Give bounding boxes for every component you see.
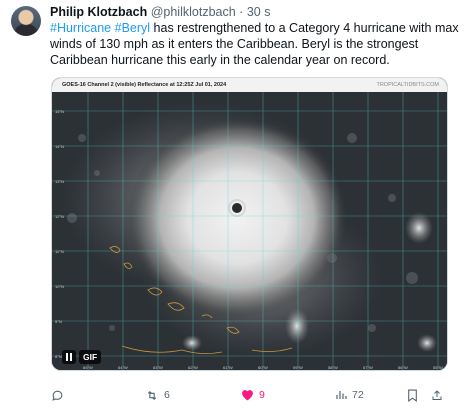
views-count: 72	[352, 389, 364, 401]
satellite-caption-bar: GOES-16 Channel 2 (visible) Reflectance …	[52, 78, 447, 92]
gif-badge: GIF	[79, 350, 102, 364]
lon-tick-label: 65°W	[83, 365, 93, 370]
lon-tick-label: 58°W	[328, 365, 338, 370]
views-button[interactable]: 72	[335, 385, 364, 405]
bookmark-icon	[408, 389, 417, 402]
bookmark-button[interactable]	[407, 385, 418, 405]
reply-button[interactable]	[51, 385, 69, 405]
lat-tick-label: 15°N	[55, 109, 64, 114]
share-button[interactable]	[431, 385, 443, 405]
share-icon	[432, 389, 442, 400]
pause-icon[interactable]	[62, 350, 76, 364]
tweet-text-line-1: #Hurricane #Beryl has restrengthened to …	[50, 20, 460, 36]
lon-tick-label: 64°W	[118, 365, 128, 370]
lon-tick-label: 59°W	[293, 365, 303, 370]
lat-tick-label: 11°N	[55, 249, 64, 254]
tweet-text-line-1-rest: has restrengthened to a Category 4 hurri…	[150, 21, 459, 35]
retweet-icon	[147, 390, 157, 400]
author-name[interactable]: Philip Klotzbach	[50, 5, 147, 19]
author-handle[interactable]: @philklotzbach	[151, 5, 236, 19]
lon-tick-label: 63°W	[153, 365, 163, 370]
satellite-image: 15°N 14°N 13°N 12°N 11°N 10°N 9°N 8°N 65°W 64°W 63…	[52, 78, 447, 370]
lat-tick-label: 12°N	[55, 214, 64, 219]
lat-tick-label: 8°N	[55, 354, 62, 359]
heart-icon	[242, 390, 253, 401]
tweet-text: #Hurricane #Beryl has restrengthened to …	[50, 20, 460, 68]
reply-icon	[52, 390, 63, 401]
lat-tick-label: 13°N	[55, 179, 64, 184]
satellite-credit: TROPICALTIDBITS.COM	[376, 82, 439, 88]
lat-tick-label: 14°N	[55, 144, 64, 149]
retweet-count: 6	[164, 389, 170, 401]
tweet-text-line-2: winds of 130 mph as it enters the Caribb…	[50, 37, 419, 51]
lon-tick-label: 61°W	[223, 365, 233, 370]
lat-tick-label: 9°N	[55, 319, 62, 324]
tweet-header: Philip Klotzbach @philklotzbach · 30 s	[50, 4, 270, 20]
tweet-actions: 6 9 72	[0, 385, 475, 405]
satellite-caption: GOES-16 Channel 2 (visible) Reflectance …	[62, 82, 227, 88]
lon-tick-label: 60°W	[258, 365, 268, 370]
like-count: 9	[259, 389, 265, 401]
tweet-timestamp[interactable]: 30 s	[247, 5, 271, 19]
hashtag-hurricane[interactable]: #Hurricane	[50, 21, 111, 35]
retweet-button[interactable]: 6	[145, 385, 170, 405]
lon-tick-label: 56°W	[398, 365, 408, 370]
author-avatar[interactable]	[11, 6, 41, 36]
lon-tick-label: 62°W	[188, 365, 198, 370]
lat-tick-label: 10°N	[55, 284, 64, 289]
tweet-text-line-3: Caribbean hurricane this early in the ca…	[50, 53, 390, 67]
like-button[interactable]: 9	[241, 385, 265, 405]
header-separator: ·	[239, 5, 244, 19]
satellite-gif[interactable]: 15°N 14°N 13°N 12°N 11°N 10°N 9°N 8°N 65°W 64°W 63…	[51, 77, 448, 371]
hashtag-beryl[interactable]: #Beryl	[115, 21, 150, 35]
analytics-icon	[336, 391, 347, 399]
lon-tick-label: 55°W	[433, 365, 443, 370]
lon-tick-label: 57°W	[363, 365, 373, 370]
